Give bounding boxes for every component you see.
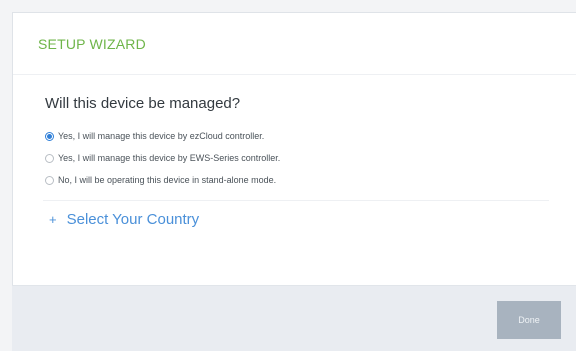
panel-body: Will this device be managed? Yes, I will… <box>13 75 576 228</box>
option-stand-alone[interactable]: No, I will be operating this device in s… <box>45 172 576 188</box>
panel-header: SETUP WIZARD <box>13 13 576 75</box>
option-ezcloud[interactable]: Yes, I will manage this device by ezClou… <box>45 128 576 144</box>
done-button[interactable]: Done <box>497 301 561 339</box>
plus-icon: + <box>49 212 57 227</box>
radio-ezcloud[interactable] <box>45 131 54 141</box>
setup-wizard-page: SETUP WIZARD Will this device be managed… <box>0 0 576 351</box>
option-ews-series[interactable]: Yes, I will manage this device by EWS-Se… <box>45 150 576 166</box>
radio-stand-alone[interactable] <box>45 175 54 185</box>
select-country-toggle[interactable]: + Select Your Country <box>49 211 576 228</box>
select-country-label: Select Your Country <box>66 211 200 228</box>
management-question: Will this device be managed? <box>45 95 241 112</box>
option-ezcloud-label: Yes, I will manage this device by ezClou… <box>58 131 265 141</box>
radio-ews-series[interactable] <box>45 153 54 163</box>
section-divider <box>43 200 549 201</box>
option-ews-series-label: Yes, I will manage this device by EWS-Se… <box>58 153 281 163</box>
wizard-title: SETUP WIZARD <box>38 35 146 52</box>
option-stand-alone-label: No, I will be operating this device in s… <box>58 175 277 185</box>
wizard-footer: Done <box>12 285 576 351</box>
